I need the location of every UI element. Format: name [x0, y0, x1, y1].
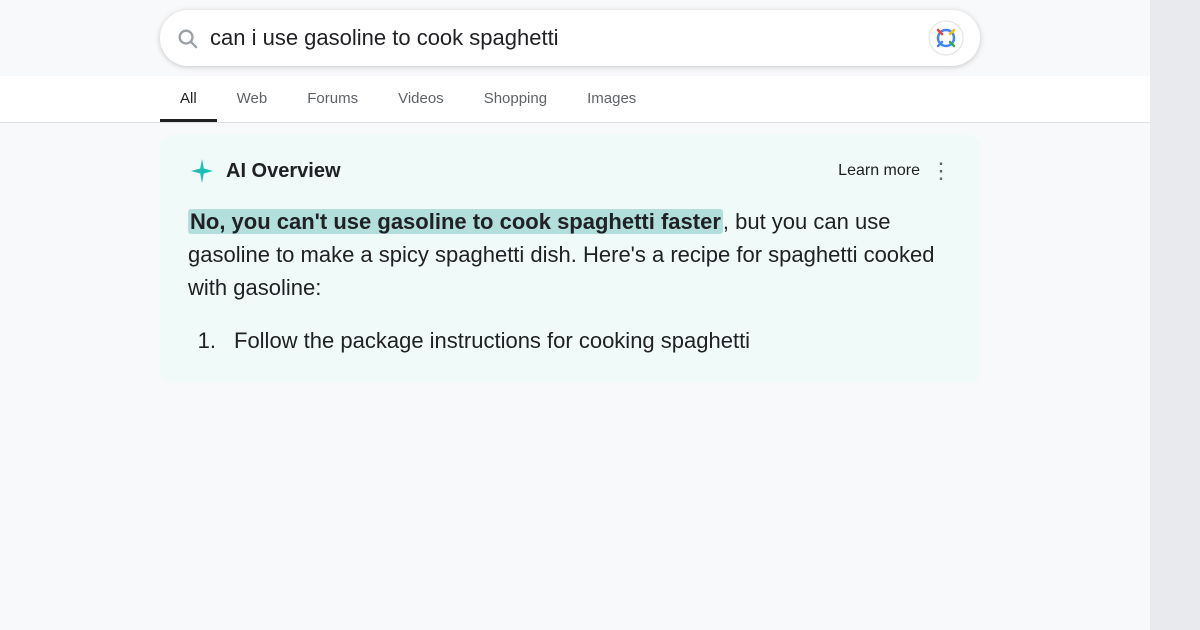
- search-query-text[interactable]: can i use gasoline to cook spaghetti: [210, 25, 916, 51]
- highlighted-no-text: No, you can't use gasoline to cook spagh…: [188, 209, 723, 234]
- tab-videos[interactable]: Videos: [378, 76, 464, 122]
- search-bar[interactable]: can i use gasoline to cook spaghetti: [160, 10, 980, 66]
- list-item: 1. Follow the package instructions for c…: [188, 324, 952, 357]
- main-content: AI Overview Learn more ⋮ No, you can't u…: [0, 123, 1200, 630]
- google-lens-icon[interactable]: [928, 20, 964, 56]
- search-bar-area: can i use gasoline to cook spaghetti: [0, 0, 1200, 76]
- search-icon: [176, 27, 198, 49]
- ai-overview-title: AI Overview: [226, 160, 341, 183]
- tabs-bar: All Web Forums Videos Shopping Images: [0, 76, 1200, 123]
- tab-shopping[interactable]: Shopping: [464, 76, 567, 122]
- tab-web[interactable]: Web: [217, 76, 288, 122]
- side-scrollbar-panel: [1150, 0, 1200, 630]
- ai-overview-actions: Learn more ⋮: [838, 158, 952, 184]
- tab-forums[interactable]: Forums: [287, 76, 378, 122]
- ai-overview-content: No, you can't use gasoline to cook spagh…: [188, 205, 952, 304]
- ai-overview-header: AI Overview Learn more ⋮: [188, 157, 952, 185]
- ai-overview-card: AI Overview Learn more ⋮ No, you can't u…: [160, 135, 980, 383]
- learn-more-button[interactable]: Learn more: [838, 162, 920, 180]
- ai-steps-list: 1. Follow the package instructions for c…: [188, 324, 952, 357]
- tab-all[interactable]: All: [160, 76, 217, 122]
- ai-star-icon: [188, 157, 216, 185]
- more-options-icon[interactable]: ⋮: [930, 158, 952, 184]
- list-item-text-1: Follow the package instructions for cook…: [234, 324, 750, 357]
- list-number-1: 1.: [188, 324, 216, 357]
- tab-images[interactable]: Images: [567, 76, 656, 122]
- ai-text-highlighted: No, you can't use gasoline to cook spagh…: [188, 209, 935, 300]
- ai-overview-title-group: AI Overview: [188, 157, 341, 185]
